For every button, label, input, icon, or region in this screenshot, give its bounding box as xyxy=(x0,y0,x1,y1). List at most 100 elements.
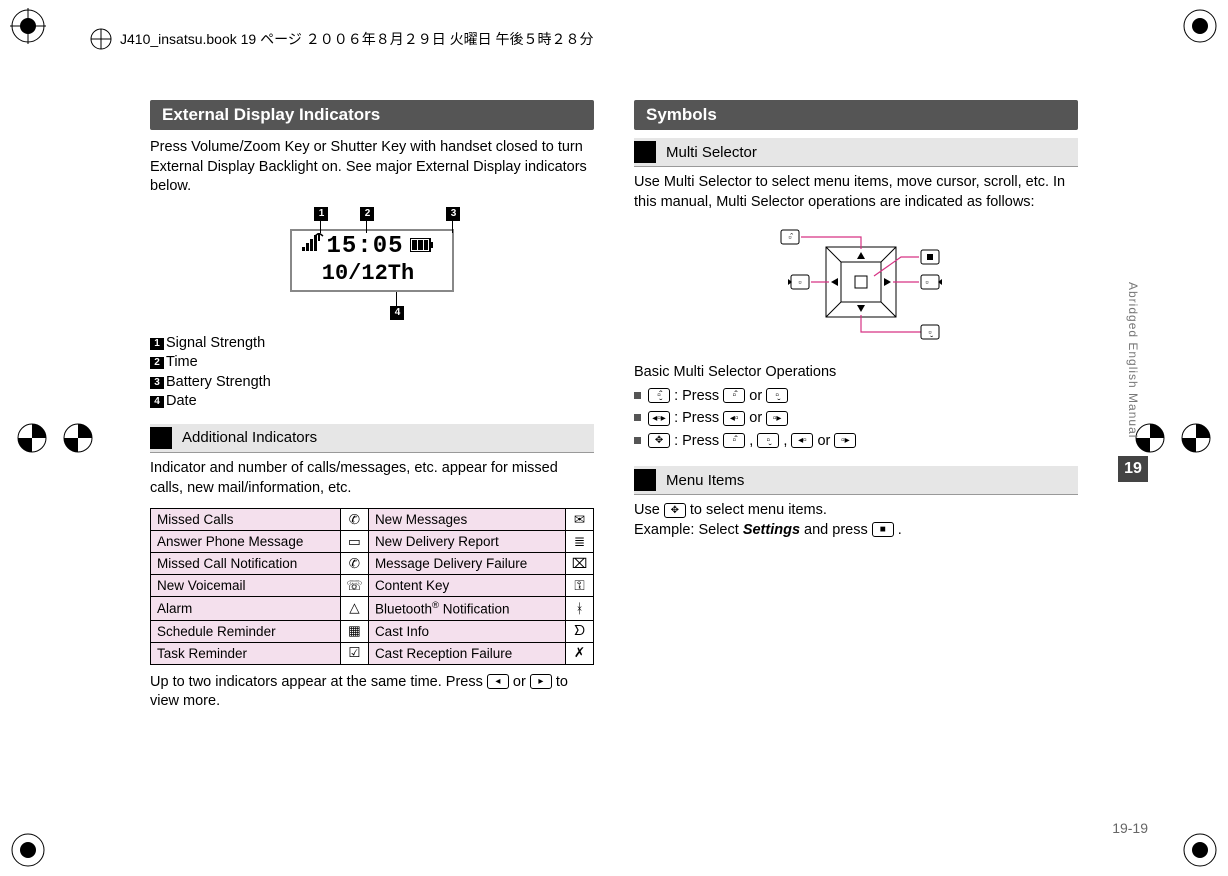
indicator-label: Cast Info xyxy=(368,620,565,642)
right-column: Symbols Multi Selector Use Multi Selecto… xyxy=(634,100,1078,722)
down-key-icon: ▫̬ xyxy=(757,433,779,448)
page-number: 19-19 xyxy=(1112,820,1148,836)
tape-icon: ▭ xyxy=(340,531,368,553)
callout-2: 2 xyxy=(360,207,374,221)
left-key-icon: ◂▫ xyxy=(791,433,813,448)
square-bullet-icon xyxy=(150,427,172,449)
external-display-lcd: 15:05 10/12Th xyxy=(290,229,453,292)
calendar-icon: ▦ xyxy=(340,620,368,642)
print-header: J410_insatsu.book 19 ページ ２００６年８月２９日 火曜日 … xyxy=(90,28,594,50)
antenna-fail-icon: ✗ xyxy=(566,642,594,664)
callout-1: 1 xyxy=(314,207,328,221)
reg-mark-icon xyxy=(1178,420,1214,456)
table-row: Answer Phone Message▭New Delivery Report… xyxy=(151,531,594,553)
checkbox-icon: ☑ xyxy=(340,642,368,664)
indicator-label: Alarm xyxy=(151,597,341,621)
indicators-table: Missed Calls✆New Messages✉Answer Phone M… xyxy=(150,508,594,665)
view-more-text: Up to two indicators appear at the same … xyxy=(150,673,594,712)
intro-text: Press Volume/Zoom Key or Shutter Key wit… xyxy=(150,138,594,197)
battery-icon xyxy=(410,233,434,260)
all-dir-key-icon: ✥ xyxy=(664,503,686,518)
section-title-external: External Display Indicators xyxy=(150,100,594,130)
subhead-multi-selector: Multi Selector xyxy=(634,138,1078,167)
side-tab: Abridged English Manual 19 xyxy=(1118,100,1148,800)
indicator-label: Missed Calls xyxy=(151,509,341,531)
additional-text: Indicator and number of calls/messages, … xyxy=(150,459,594,498)
left-column: External Display Indicators Press Volume… xyxy=(150,100,594,722)
subhead-menu-items: Menu Items xyxy=(634,466,1078,495)
legend-time: Time xyxy=(166,354,198,370)
indicator-label: Answer Phone Message xyxy=(151,531,341,553)
square-bullet-icon xyxy=(634,141,656,163)
bullet-icon xyxy=(634,414,641,421)
ops-title: Basic Multi Selector Operations xyxy=(634,363,1078,383)
center-key-icon: ■ xyxy=(872,522,894,537)
right-key-icon: ▫▸ xyxy=(766,411,788,426)
reg-mark-icon xyxy=(60,420,96,456)
lcd-time: 15:05 xyxy=(326,233,403,260)
list-icon: ≣ xyxy=(566,531,594,553)
svg-text:▫: ▫ xyxy=(798,277,801,287)
bullet-icon xyxy=(634,392,641,399)
leftright-key-icon: ◂▫▸ xyxy=(648,411,670,426)
reg-mark-icon xyxy=(14,420,50,456)
updown-key-icon: ▫̬̂ xyxy=(648,388,670,403)
side-label: Abridged English Manual xyxy=(1126,270,1140,450)
phone-missed-icon: ✆ xyxy=(340,509,368,531)
svg-text:▫: ▫ xyxy=(925,277,928,287)
indicator-label: New Messages xyxy=(368,509,565,531)
section-title-symbols: Symbols xyxy=(634,100,1078,130)
bell-icon: △ xyxy=(340,597,368,621)
table-row: Missed Call Notification✆Message Deliver… xyxy=(151,553,594,575)
legend-date: Date xyxy=(166,393,197,409)
table-row: Missed Calls✆New Messages✉ xyxy=(151,509,594,531)
right-key-icon: ▸ xyxy=(530,674,552,689)
subhead-additional: Additional Indicators xyxy=(150,424,594,453)
external-display-figure: 1 2 3 15:05 10/12Th 4 xyxy=(150,207,594,320)
reg-mark-icon xyxy=(1182,832,1218,868)
legend-battery: Battery Strength xyxy=(166,374,271,390)
indicator-label: Content Key xyxy=(368,575,565,597)
chapter-number: 19 xyxy=(1118,456,1148,482)
up-key-icon: ▫̂ xyxy=(723,388,745,403)
reg-mark-icon xyxy=(1182,8,1218,44)
reg-mark-icon xyxy=(10,832,46,868)
antenna-icon: ᗤ xyxy=(566,620,594,642)
callout-3: 3 xyxy=(446,207,460,221)
example-item: Settings xyxy=(743,522,800,538)
down-key-icon: ▫̬ xyxy=(766,388,788,403)
envelope-icon: ✉ xyxy=(566,509,594,531)
legend-signal: Signal Strength xyxy=(166,335,265,351)
square-bullet-icon xyxy=(634,469,656,491)
bluetooth-icon: ᚼ xyxy=(566,597,594,621)
phone-missed-icon: ✆ xyxy=(340,553,368,575)
menu-items-text: Use ✥ to select menu items. Example: Sel… xyxy=(634,501,1078,540)
indicator-label: New Voicemail xyxy=(151,575,341,597)
all-dir-key-icon: ✥ xyxy=(648,433,670,448)
bullet-icon xyxy=(634,437,641,444)
indicator-label: Bluetooth® Notification xyxy=(368,597,565,621)
left-key-icon: ◂ xyxy=(487,674,509,689)
table-row: Alarm△Bluetooth® Notificationᚼ xyxy=(151,597,594,621)
indicator-label: Message Delivery Failure xyxy=(368,553,565,575)
up-key-icon: ▫̂ xyxy=(723,433,745,448)
indicator-label: Missed Call Notification xyxy=(151,553,341,575)
reg-mark-icon xyxy=(10,8,46,44)
indicator-label: Schedule Reminder xyxy=(151,620,341,642)
envelope-fail-icon: ⌧ xyxy=(566,553,594,575)
ops-list: ▫̬̂ : Press ▫̂ or ▫̬ ◂▫▸ : Press ◂▫ or ▫… xyxy=(634,385,1078,452)
table-row: New Voicemail☏Content Key⚿ xyxy=(151,575,594,597)
callout-4: 4 xyxy=(390,306,404,320)
indicator-label: New Delivery Report xyxy=(368,531,565,553)
header-text: J410_insatsu.book 19 ページ ２００６年８月２９日 火曜日 … xyxy=(120,29,594,49)
voicemail-icon: ☏ xyxy=(340,575,368,597)
indicator-legend: 1Signal Strength 2Time 3Battery Strength… xyxy=(150,334,594,412)
lcd-date: 10/12Th xyxy=(302,261,433,286)
signal-icon xyxy=(302,233,324,261)
left-key-icon: ◂▫ xyxy=(723,411,745,426)
indicator-label: Cast Reception Failure xyxy=(368,642,565,664)
multi-selector-text: Use Multi Selector to select menu items,… xyxy=(634,173,1078,212)
cross-icon xyxy=(90,28,112,50)
indicator-label: Task Reminder xyxy=(151,642,341,664)
multi-selector-figure: ▫̂ ▫ ▫ ▫̬ xyxy=(634,222,1078,347)
